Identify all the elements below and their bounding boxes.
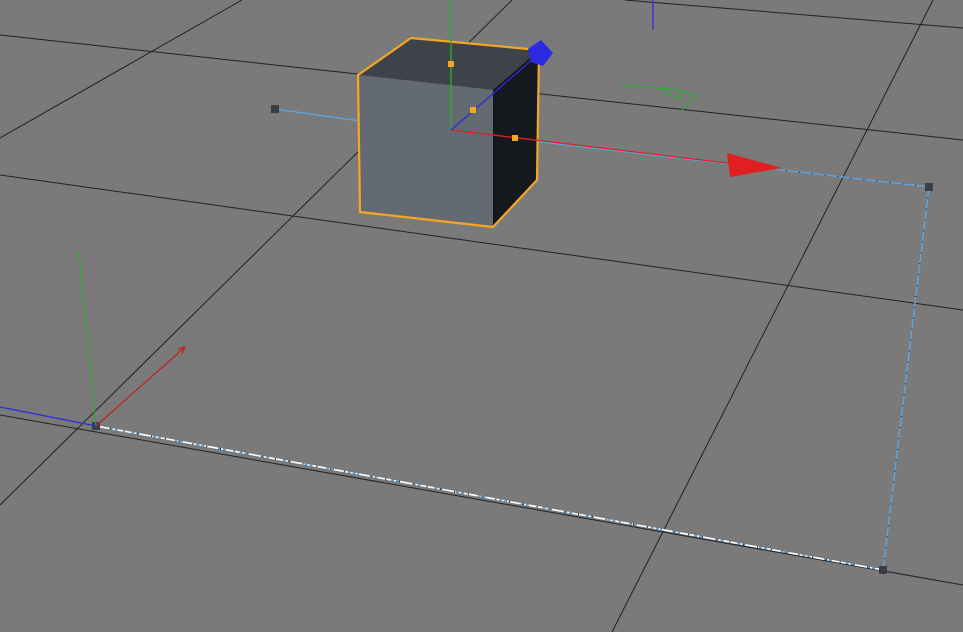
- cube-front-face: [358, 75, 493, 227]
- gizmo-x-scale-handle[interactable]: [512, 135, 518, 141]
- gizmo-z-scale-handle[interactable]: [470, 107, 476, 113]
- 3d-viewport[interactable]: [0, 0, 963, 632]
- spline-point[interactable]: [879, 566, 887, 574]
- viewport-canvas[interactable]: [0, 0, 963, 632]
- gizmo-y-scale-handle[interactable]: [448, 61, 454, 67]
- spline-point[interactable]: [925, 183, 933, 191]
- spline-point[interactable]: [271, 105, 279, 113]
